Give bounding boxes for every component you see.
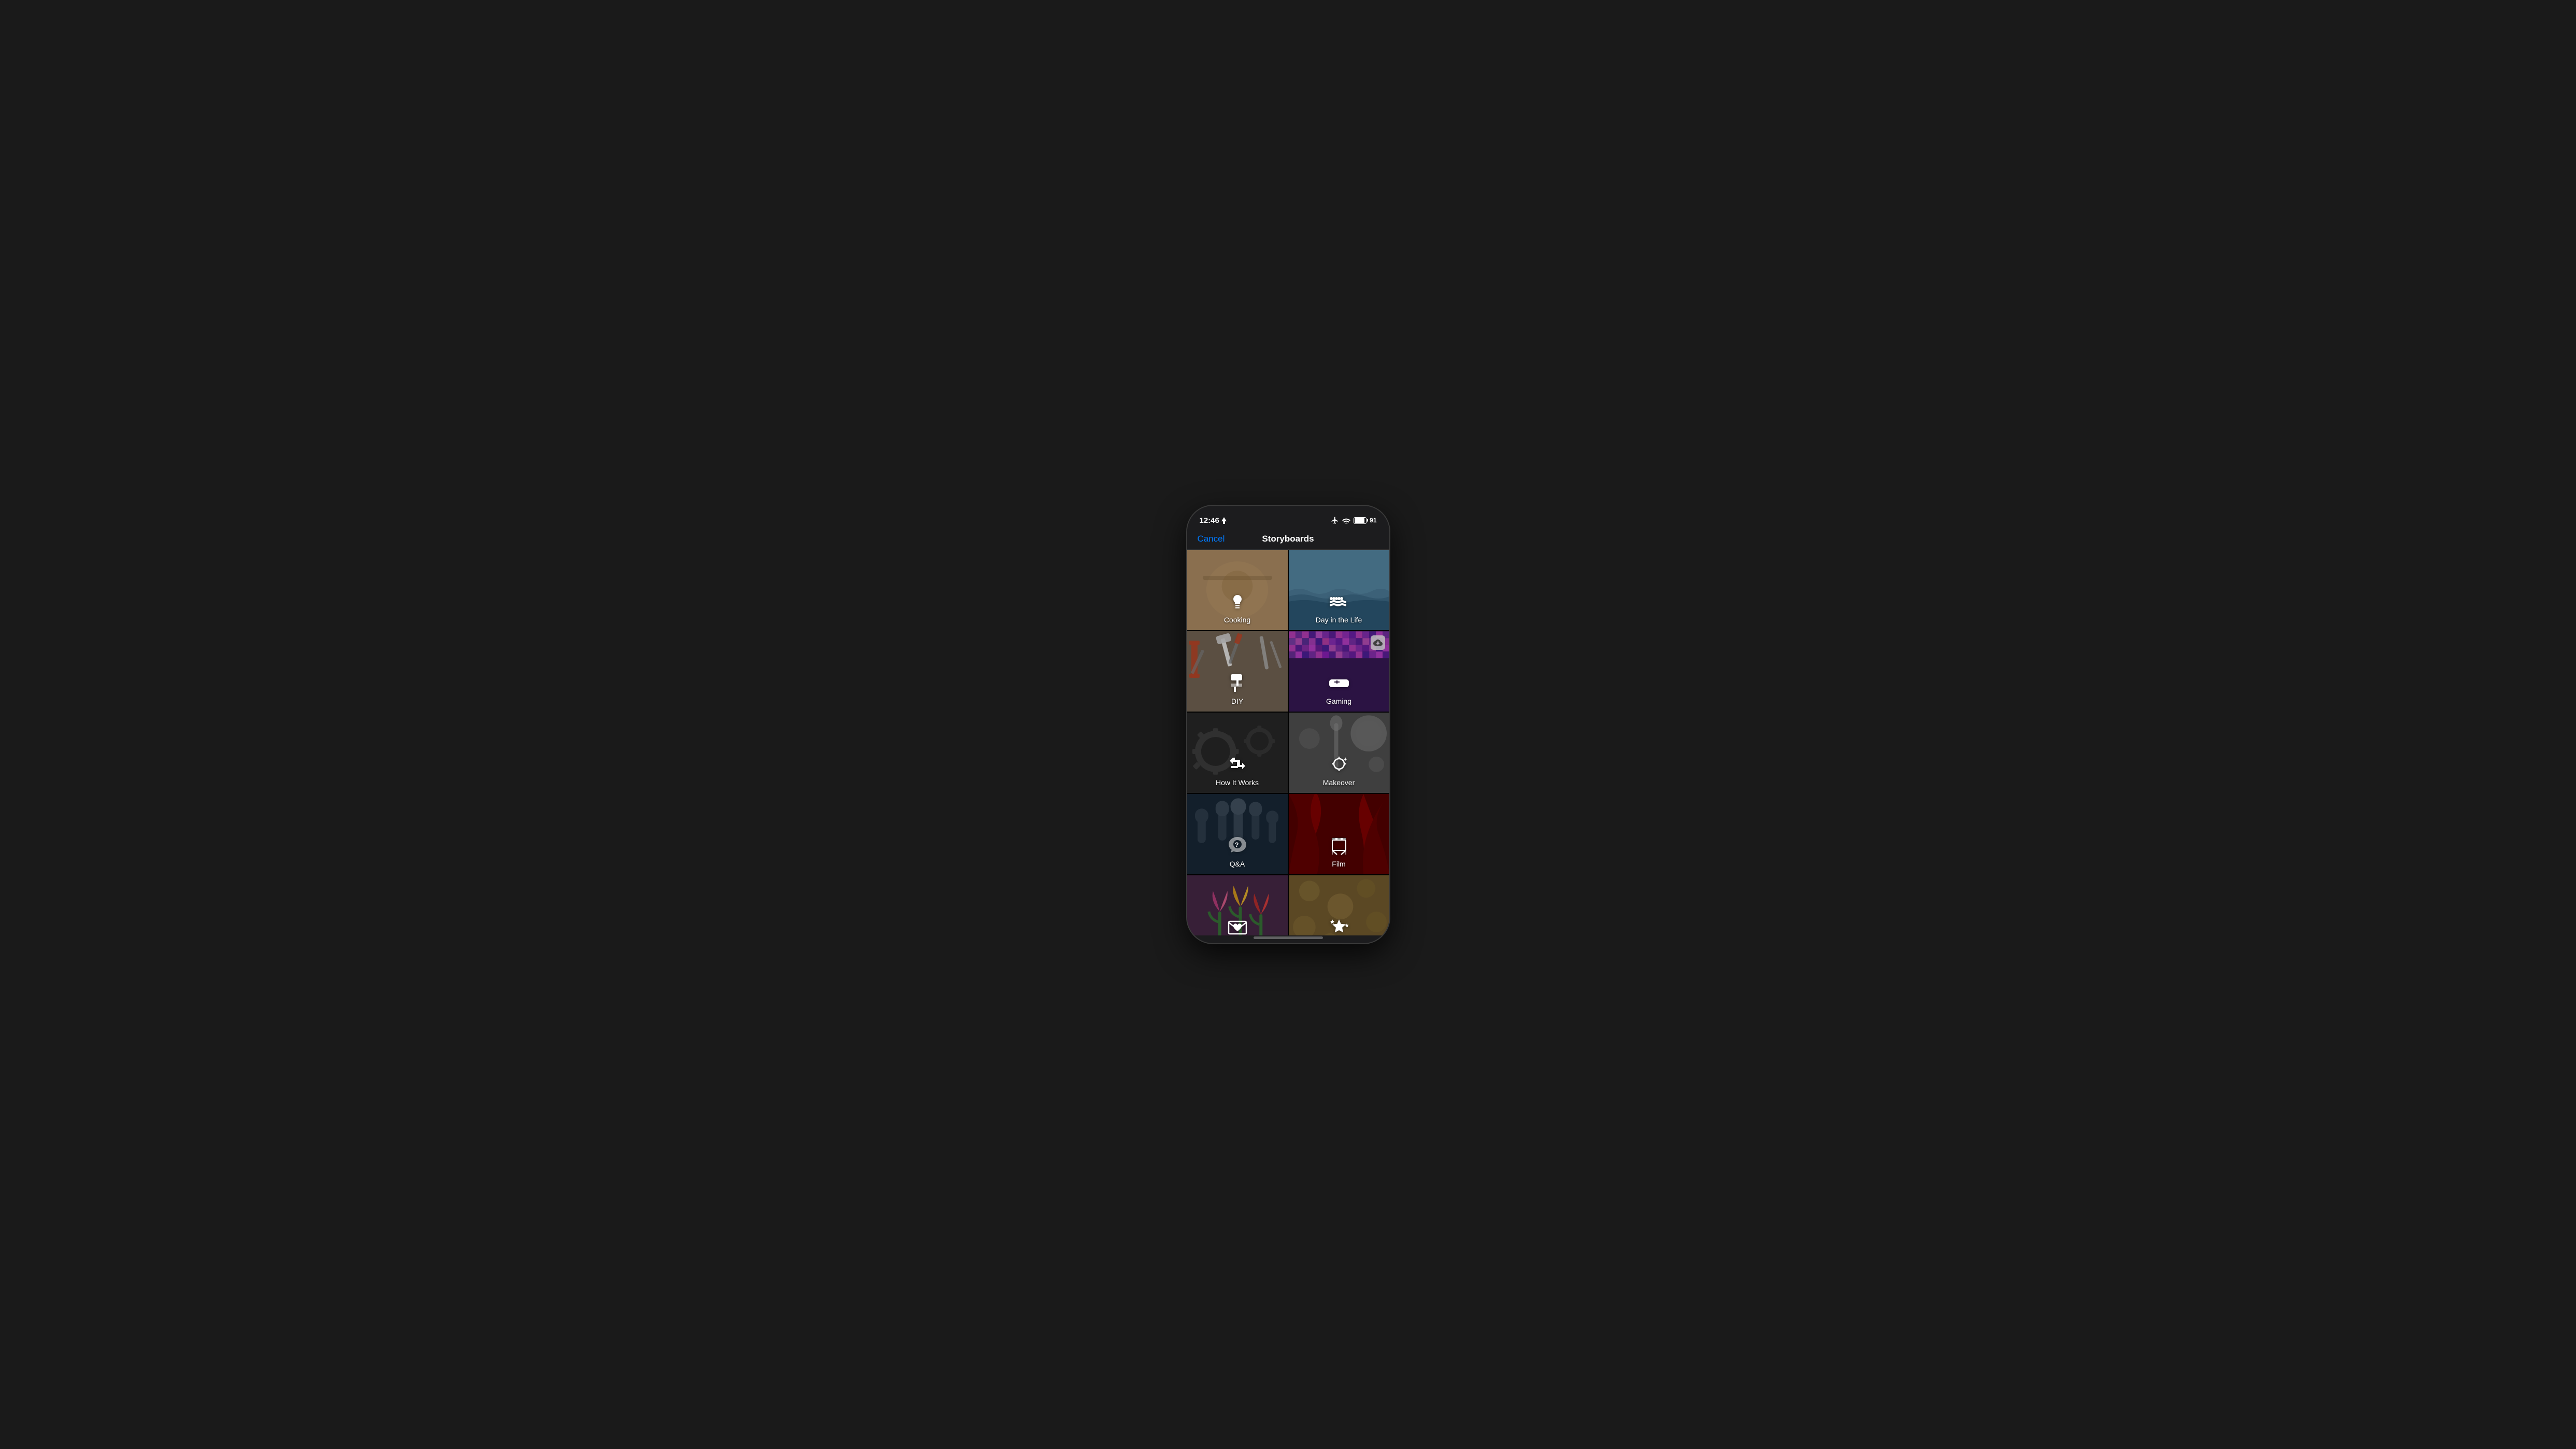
how-content: How It Works: [1187, 754, 1288, 793]
qa-icon: ?: [1227, 835, 1248, 857]
cooking-label: Cooking: [1224, 616, 1250, 624]
qa-svg-icon: ?: [1227, 835, 1248, 857]
battery-fill: [1355, 518, 1364, 523]
gamepad-svg-icon: [1328, 672, 1350, 694]
top5-svg-icon: [1328, 916, 1350, 935]
makeover-svg-icon: [1328, 754, 1350, 775]
storyboard-item-qa[interactable]: ? Q&A: [1187, 794, 1288, 874]
storyboard-item-thank-you[interactable]: Thank You: [1187, 875, 1288, 935]
phone-frame: 12:46 91 Cancel Storyboards: [1187, 506, 1389, 943]
gaming-content: Gaming: [1289, 672, 1389, 712]
how-icon: [1227, 754, 1248, 775]
storyboard-item-diy[interactable]: DIY: [1187, 631, 1288, 712]
svg-text:?: ?: [1235, 841, 1239, 848]
nav-bar: Cancel Storyboards: [1187, 529, 1389, 550]
film-label: Film: [1332, 860, 1345, 868]
day-content: Day in the Life: [1289, 591, 1389, 630]
diy-content: DIY: [1187, 672, 1288, 712]
cooking-svg-icon: [1227, 591, 1248, 613]
thank-svg-icon: [1227, 916, 1248, 935]
makeover-content: Makeover: [1289, 754, 1389, 793]
cooking-icon: [1227, 591, 1248, 613]
gaming-icon: [1328, 672, 1350, 694]
film-icon: [1328, 835, 1350, 857]
day-icon: [1328, 591, 1350, 613]
page-title: Storyboards: [1262, 534, 1314, 544]
gaming-label: Gaming: [1326, 697, 1351, 705]
status-icons: 91: [1331, 516, 1376, 524]
diy-label: DIY: [1231, 697, 1243, 705]
makeover-label: Makeover: [1323, 778, 1355, 787]
top5-content: Top 5: [1289, 916, 1389, 935]
battery-icon: [1354, 517, 1367, 524]
top5-icon: [1328, 916, 1350, 935]
diy-icon: [1227, 672, 1248, 694]
nav-arrow-icon: [1221, 517, 1227, 524]
storyboard-item-cooking[interactable]: Cooking: [1187, 550, 1288, 630]
makeover-icon: [1328, 754, 1350, 775]
battery-percent: 91: [1370, 517, 1376, 524]
qa-content: ? Q&A: [1187, 835, 1288, 874]
how-label: How It Works: [1216, 778, 1259, 787]
film-svg-icon: [1328, 835, 1350, 857]
cancel-button[interactable]: Cancel: [1198, 534, 1225, 544]
thank-icon: [1227, 916, 1248, 935]
status-time: 12:46: [1200, 516, 1227, 525]
storyboard-item-gaming[interactable]: Gaming: [1289, 631, 1389, 712]
grid-container[interactable]: Cooking: [1187, 550, 1389, 935]
how-svg-icon: [1227, 754, 1248, 775]
storyboard-item-top5[interactable]: Top 5: [1289, 875, 1389, 935]
storyboard-item-makeover[interactable]: Makeover: [1289, 713, 1389, 793]
status-bar: 12:46 91: [1187, 506, 1389, 529]
film-content: Film: [1289, 835, 1389, 874]
diy-svg-icon: [1227, 672, 1248, 694]
day-label: Day in the Life: [1316, 616, 1362, 624]
storyboard-item-day-in-life[interactable]: Day in the Life: [1289, 550, 1389, 630]
airplane-icon: [1331, 516, 1339, 524]
day-svg-icon: [1328, 591, 1350, 613]
storyboard-item-film[interactable]: Film: [1289, 794, 1389, 874]
storyboard-item-how-it-works[interactable]: How It Works: [1187, 713, 1288, 793]
cooking-content: Cooking: [1187, 591, 1288, 630]
wifi-icon: [1342, 517, 1350, 523]
time-display: 12:46: [1200, 516, 1219, 525]
storyboard-grid: Cooking: [1187, 550, 1389, 935]
thank-content: Thank You: [1187, 916, 1288, 935]
qa-label: Q&A: [1230, 860, 1245, 868]
